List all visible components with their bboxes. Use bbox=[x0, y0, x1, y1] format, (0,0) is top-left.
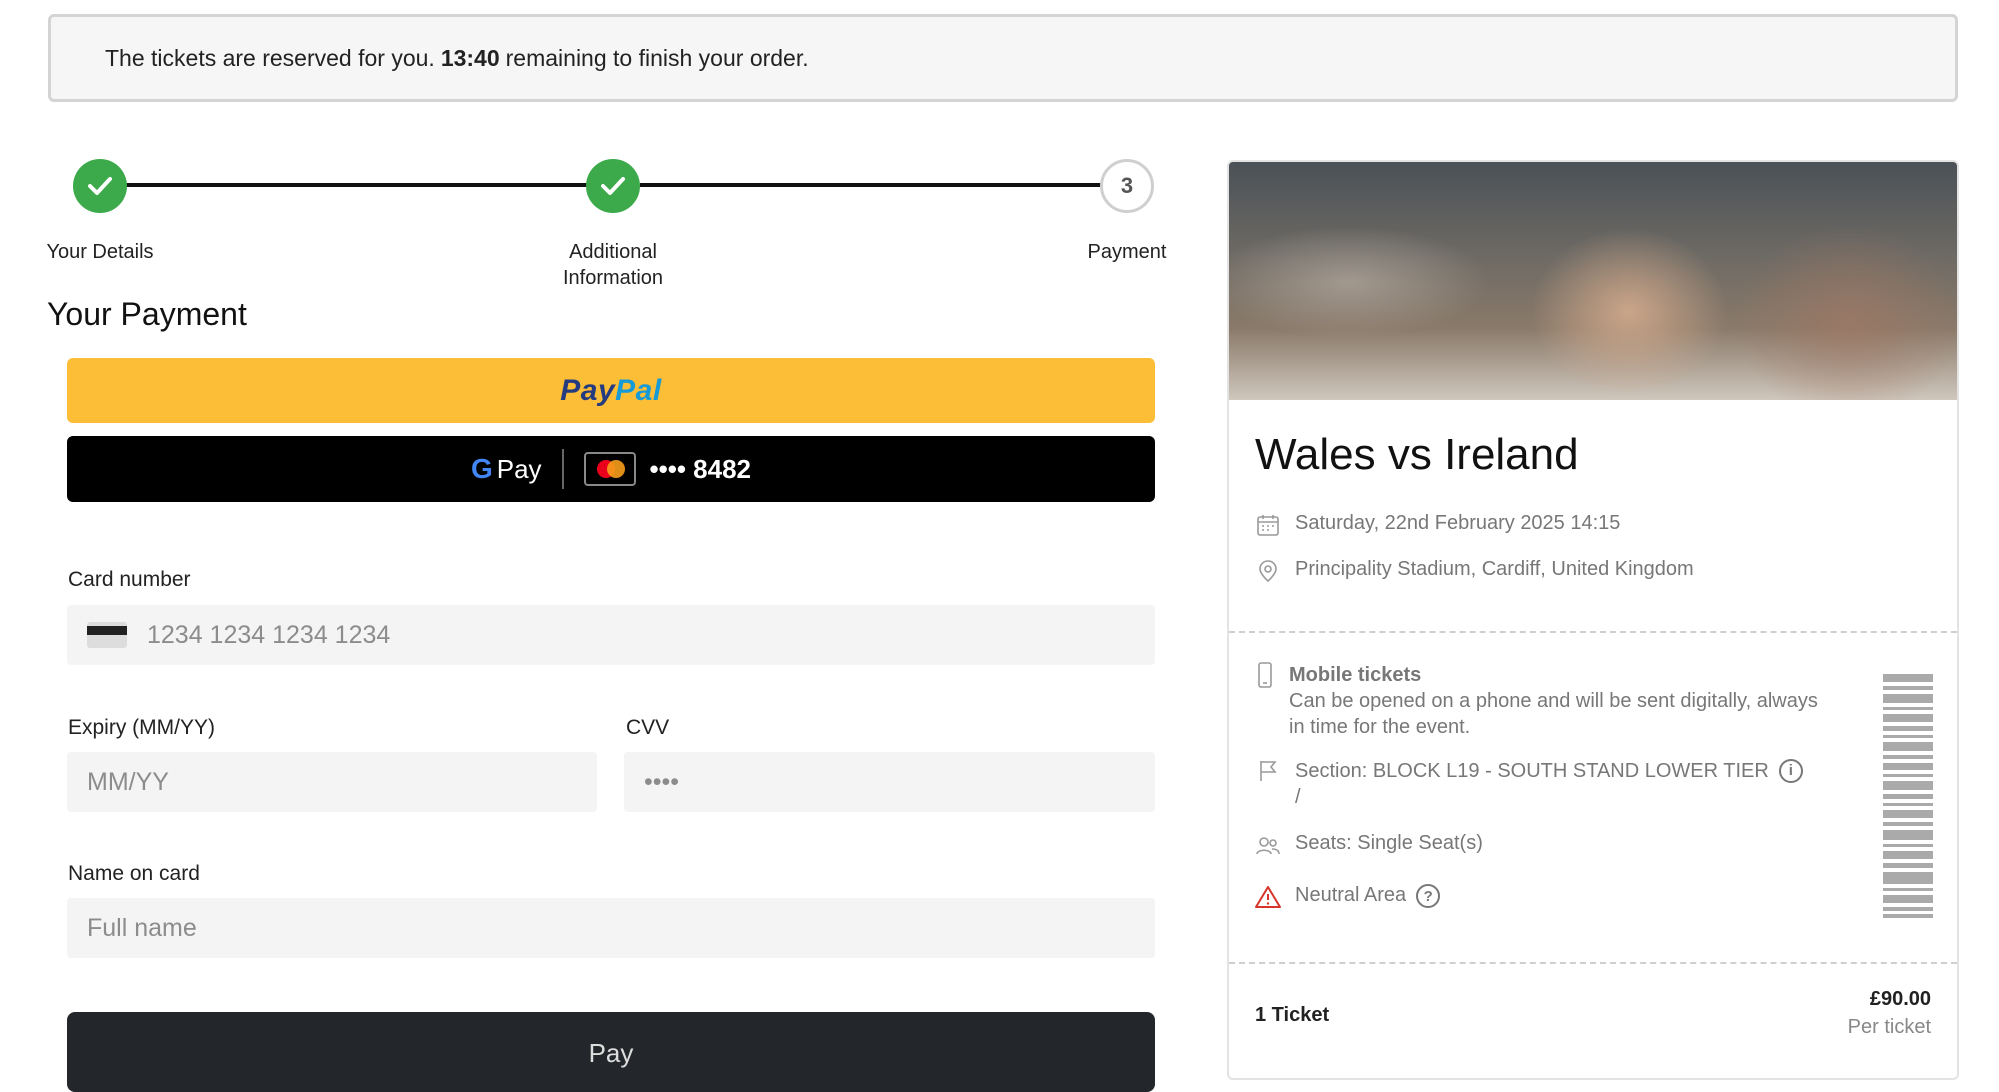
gpay-separator bbox=[561, 449, 564, 489]
name-placeholder: Full name bbox=[87, 913, 197, 942]
gpay-label: Pay bbox=[496, 453, 542, 484]
calendar-icon bbox=[1255, 512, 1281, 538]
cvv-placeholder: •••• bbox=[644, 767, 680, 796]
checkmark-icon bbox=[88, 177, 112, 195]
banner-text: The tickets are reserved for you. bbox=[105, 44, 435, 71]
event-summary-card: Wales vs Ireland Saturday, 22nd February… bbox=[1227, 160, 1959, 1080]
people-icon bbox=[1255, 832, 1281, 858]
ticket-type-row: Mobile tickets Can be opened on a phone … bbox=[1255, 662, 1825, 740]
checkmark-icon bbox=[601, 177, 625, 195]
event-date: Saturday, 22nd February 2025 14:15 bbox=[1295, 512, 1621, 534]
warning-triangle-icon bbox=[1255, 884, 1281, 910]
area-row: Neutral Area ? bbox=[1255, 884, 1441, 910]
step-label-payment: Payment bbox=[1087, 241, 1167, 263]
barcode-image bbox=[1883, 674, 1933, 918]
card-number-label: Card number bbox=[68, 568, 191, 591]
expiry-placeholder: MM/YY bbox=[87, 767, 169, 796]
ticket-type-description: Can be opened on a phone and will be sen… bbox=[1289, 690, 1818, 738]
event-hero-image bbox=[1229, 162, 1957, 400]
section-suffix: / bbox=[1295, 786, 1301, 808]
price-per-ticket-note: Per ticket bbox=[1847, 1016, 1931, 1038]
location-pin-icon bbox=[1255, 558, 1281, 584]
step-label-details: Your Details bbox=[46, 241, 154, 263]
step-3-current: 3 bbox=[1100, 159, 1154, 213]
event-venue: Principality Stadium, Cardiff, United Ki… bbox=[1295, 558, 1694, 580]
event-venue-row: Principality Stadium, Cardiff, United Ki… bbox=[1255, 558, 1694, 584]
gpay-card-number: •••• 8482 bbox=[649, 453, 752, 484]
seats-text: Seats: Single Seat(s) bbox=[1295, 832, 1483, 854]
step-connector bbox=[640, 183, 1102, 187]
credit-card-icon bbox=[87, 622, 127, 648]
payment-title: Your Payment bbox=[47, 296, 247, 332]
expiry-label: Expiry (MM/YY) bbox=[68, 716, 215, 739]
seats-row: Seats: Single Seat(s) bbox=[1255, 832, 1483, 858]
name-on-card-input[interactable]: Full name bbox=[67, 898, 1155, 958]
cvv-label: CVV bbox=[626, 716, 670, 739]
google-g-icon: G bbox=[471, 453, 493, 485]
event-date-row: Saturday, 22nd February 2025 14:15 bbox=[1255, 512, 1620, 538]
info-icon[interactable]: i bbox=[1778, 759, 1803, 783]
dashed-divider bbox=[1229, 631, 1957, 633]
step-connector bbox=[100, 183, 588, 187]
section-text: Section: BLOCK L19 - SOUTH STAND LOWER T… bbox=[1295, 760, 1769, 782]
mobile-phone-icon bbox=[1255, 662, 1275, 688]
pay-button[interactable]: Pay bbox=[67, 1012, 1155, 1092]
card-number-input[interactable]: 1234 1234 1234 1234 bbox=[67, 605, 1155, 665]
countdown-timer: 13:40 bbox=[440, 44, 500, 71]
ticket-price: £90.00 bbox=[1869, 988, 1931, 1010]
step-1-complete bbox=[73, 159, 127, 213]
step-2-complete bbox=[586, 159, 640, 213]
banner-suffix: remaining to finish your order. bbox=[505, 44, 809, 71]
event-title: Wales vs Ireland bbox=[1255, 430, 1579, 479]
paypal-logo-part2: Pal bbox=[615, 373, 662, 407]
paypal-logo-part1: Pay bbox=[560, 373, 616, 407]
flag-icon bbox=[1255, 758, 1281, 784]
step-label-additional: Additional Information bbox=[562, 241, 664, 289]
ticket-type-title: Mobile tickets bbox=[1289, 664, 1422, 686]
ticket-quantity: 1 Ticket bbox=[1255, 1004, 1330, 1026]
section-row: Section: BLOCK L19 - SOUTH STAND LOWER T… bbox=[1255, 758, 1815, 810]
cvv-input[interactable]: •••• bbox=[624, 752, 1155, 812]
paypal-button[interactable]: Pay Pal bbox=[67, 358, 1155, 423]
google-g-letter: G bbox=[470, 453, 493, 484]
pay-button-label: Pay bbox=[588, 1038, 634, 1068]
help-icon[interactable]: ? bbox=[1416, 884, 1441, 908]
dashed-divider bbox=[1229, 962, 1957, 964]
name-on-card-label: Name on card bbox=[68, 862, 200, 885]
step-number: 3 bbox=[1120, 173, 1134, 198]
area-text: Neutral Area bbox=[1295, 884, 1407, 906]
reservation-banner: The tickets are reserved for you. 13:40 … bbox=[48, 14, 1958, 102]
expiry-input[interactable]: MM/YY bbox=[67, 752, 597, 812]
mastercard-icon bbox=[583, 452, 636, 486]
card-number-placeholder: 1234 1234 1234 1234 bbox=[147, 620, 391, 649]
google-pay-button[interactable]: G Pay •••• 8482 bbox=[67, 436, 1155, 502]
